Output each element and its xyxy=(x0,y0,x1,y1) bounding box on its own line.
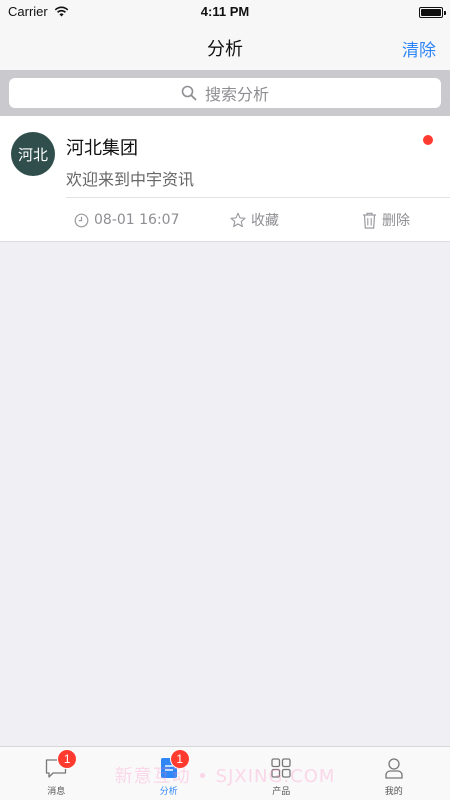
delete-button[interactable]: 删除 xyxy=(362,198,410,242)
list-item[interactable]: 河北 河北集团 欢迎来到中宇资讯 08-01 16:07 收藏 删除 xyxy=(0,116,450,242)
unread-indicator xyxy=(423,135,433,145)
clock-icon xyxy=(74,213,89,228)
battery-icon xyxy=(419,7,446,18)
favorite-label: 收藏 xyxy=(251,213,279,229)
delete-label: 删除 xyxy=(382,213,410,229)
search-placeholder: 搜索分析 xyxy=(204,85,269,104)
tab-messages[interactable]: 1 消息 xyxy=(0,747,113,800)
tab-products[interactable]: 产品 xyxy=(225,747,338,800)
status-time: 4:11 PM xyxy=(200,4,250,19)
list-item-subtitle: 欢迎来到中宇资讯 xyxy=(66,170,195,189)
timestamp-text: 08-01 16:07 xyxy=(94,212,180,228)
timestamp: 08-01 16:07 xyxy=(74,198,179,242)
tab-label: 消息 xyxy=(47,787,66,797)
notification-badge: 1 xyxy=(169,749,190,769)
favorite-button[interactable]: 收藏 xyxy=(230,198,279,242)
person-icon xyxy=(382,756,406,780)
navigation-bar: 分析 清除 xyxy=(0,24,450,70)
clear-button[interactable]: 清除 xyxy=(402,36,436,61)
tab-profile[interactable]: 我的 xyxy=(338,747,450,800)
tab-bar: 1 消息 1 分析 产品 我的 新意互动 • SJXING.COM xyxy=(0,746,450,800)
trash-icon xyxy=(362,212,377,229)
tab-analysis[interactable]: 1 分析 xyxy=(113,747,226,800)
star-icon xyxy=(230,212,246,228)
notification-badge: 1 xyxy=(57,749,78,769)
tab-label: 分析 xyxy=(159,787,178,797)
search-icon xyxy=(181,85,197,101)
avatar: 河北 xyxy=(11,132,55,176)
grid-icon xyxy=(269,756,293,780)
tab-label: 我的 xyxy=(384,787,403,797)
status-bar: Carrier 4:11 PM xyxy=(0,0,450,24)
list-item-actions: 08-01 16:07 收藏 删除 xyxy=(66,198,450,242)
list-item-title: 河北集团 xyxy=(66,138,138,159)
page-title: 分析 xyxy=(207,39,243,60)
tab-label: 产品 xyxy=(272,787,291,797)
search-input[interactable]: 搜索分析 xyxy=(9,78,441,108)
search-bar: 搜索分析 xyxy=(0,70,450,116)
